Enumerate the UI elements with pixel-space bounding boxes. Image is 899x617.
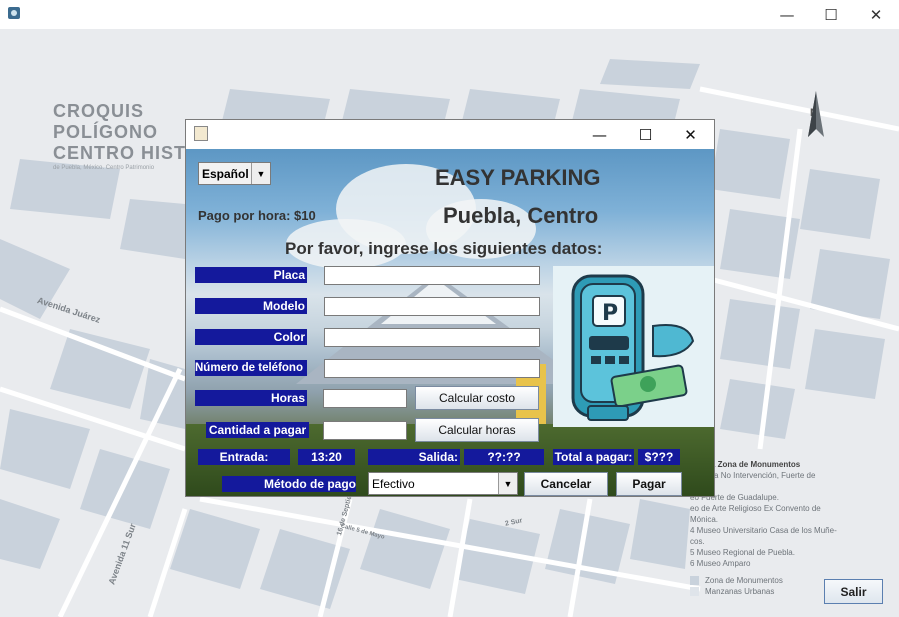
minimize-button[interactable]: — [764, 0, 810, 29]
calcular-costo-button[interactable]: Calcular costo [415, 386, 539, 410]
map-subtitle: de Puebla, México. Centro Patrimonio [53, 165, 155, 171]
legend-item: eo de la No Intervención, Fuerte de [690, 471, 816, 480]
salida-label: Salida: [368, 449, 460, 465]
java-icon [194, 126, 208, 141]
rate-label: Pago por hora: $10 [198, 208, 316, 223]
parking-meter-image: P [553, 266, 714, 427]
dialog-maximize-button[interactable]: ☐ [623, 120, 668, 149]
horas-label: Horas [195, 390, 307, 406]
legend-item-label: Manzanas Urbanas [705, 587, 775, 596]
parking-dialog: — ☐ ✕ Español ▼ EASY PARKING Puebla, Cen… [185, 119, 715, 497]
maximize-button[interactable]: ☐ [808, 0, 854, 29]
chevron-down-icon[interactable]: ▼ [498, 473, 517, 494]
legend-item: 5 Museo Regional de Puebla. [690, 548, 795, 557]
legend-item: Mónica. [690, 515, 719, 524]
total-label: Total a pagar: [553, 449, 634, 465]
cantidad-input[interactable] [323, 421, 407, 440]
cancelar-button[interactable]: Cancelar [524, 472, 608, 496]
map-title-line-1: CROQUIS [53, 101, 145, 121]
legend-item: cos. [690, 537, 705, 546]
entrada-label: Entrada: [198, 449, 290, 465]
close-button[interactable]: ✕ [853, 0, 899, 29]
language-select[interactable]: Español ▼ [198, 162, 271, 185]
legend-item: 4 Museo Universitario Casa de los Muñe- [690, 526, 837, 535]
payment-method-select[interactable]: Efectivo ▼ [368, 472, 518, 495]
chevron-down-icon[interactable]: ▼ [251, 163, 270, 184]
map-title-line-2: POLÍGONO [53, 122, 159, 142]
placa-input[interactable] [324, 266, 540, 285]
svg-text:P: P [602, 301, 618, 326]
legend-item: 6 Museo Amparo [690, 559, 751, 568]
zone-swatch-icon [690, 576, 699, 586]
dialog-minimize-button[interactable]: — [577, 120, 622, 149]
dialog-close-button[interactable]: ✕ [668, 120, 713, 149]
app-title: EASY PARKING [435, 165, 601, 190]
calcular-horas-button[interactable]: Calcular horas [415, 418, 539, 442]
map-legend: o de la Zona de Monumentos eo de la No I… [690, 459, 880, 597]
exit-button[interactable]: Salir [824, 579, 883, 604]
legend-item-label: Zona de Monumentos [705, 576, 783, 585]
north-arrow-icon [808, 91, 824, 137]
modelo-input[interactable] [324, 297, 540, 316]
instructions-label: Por favor, ingrese los siguientes datos: [285, 239, 603, 258]
dialog-content: Español ▼ EASY PARKING Puebla, Centro Pa… [186, 149, 714, 496]
modelo-label: Modelo [195, 298, 307, 314]
entrada-value: 13:20 [298, 449, 355, 465]
horas-input[interactable] [323, 389, 407, 408]
main-titlebar: — ☐ ✕ [0, 0, 899, 29]
legend-item [690, 481, 880, 492]
color-label: Color [195, 329, 307, 345]
map-title: CROQUIS POLÍGONO CENTRO HIST [53, 101, 186, 164]
app-icon [8, 7, 20, 19]
legend-item: o de la Zona de Monumentos [690, 460, 801, 469]
total-value: $??? [638, 449, 680, 465]
salida-value: ??:?? [464, 449, 544, 465]
pagar-button[interactable]: Pagar [616, 472, 682, 496]
legend-item: eo Fuerte de Guadalupe. [690, 493, 779, 502]
dialog-titlebar: — ☐ ✕ [186, 120, 714, 149]
color-input[interactable] [324, 328, 540, 347]
placa-label: Placa [195, 267, 307, 283]
cantidad-label: Cantidad a pagar [206, 422, 309, 438]
app-subtitle: Puebla, Centro [443, 203, 599, 228]
telefono-input[interactable] [324, 359, 540, 378]
payment-method-value: Efectivo [372, 477, 415, 491]
telefono-label: Número de teléfono [195, 360, 307, 376]
parking-meter-illustration-icon: P [553, 266, 714, 427]
metodo-label: Método de pago [222, 476, 356, 492]
map-title-line-3: CENTRO HIST [53, 143, 187, 163]
blocks-swatch-icon [690, 587, 699, 597]
legend-item: eo de Arte Religioso Ex Convento de [690, 504, 821, 513]
language-select-value: Español [202, 167, 249, 181]
